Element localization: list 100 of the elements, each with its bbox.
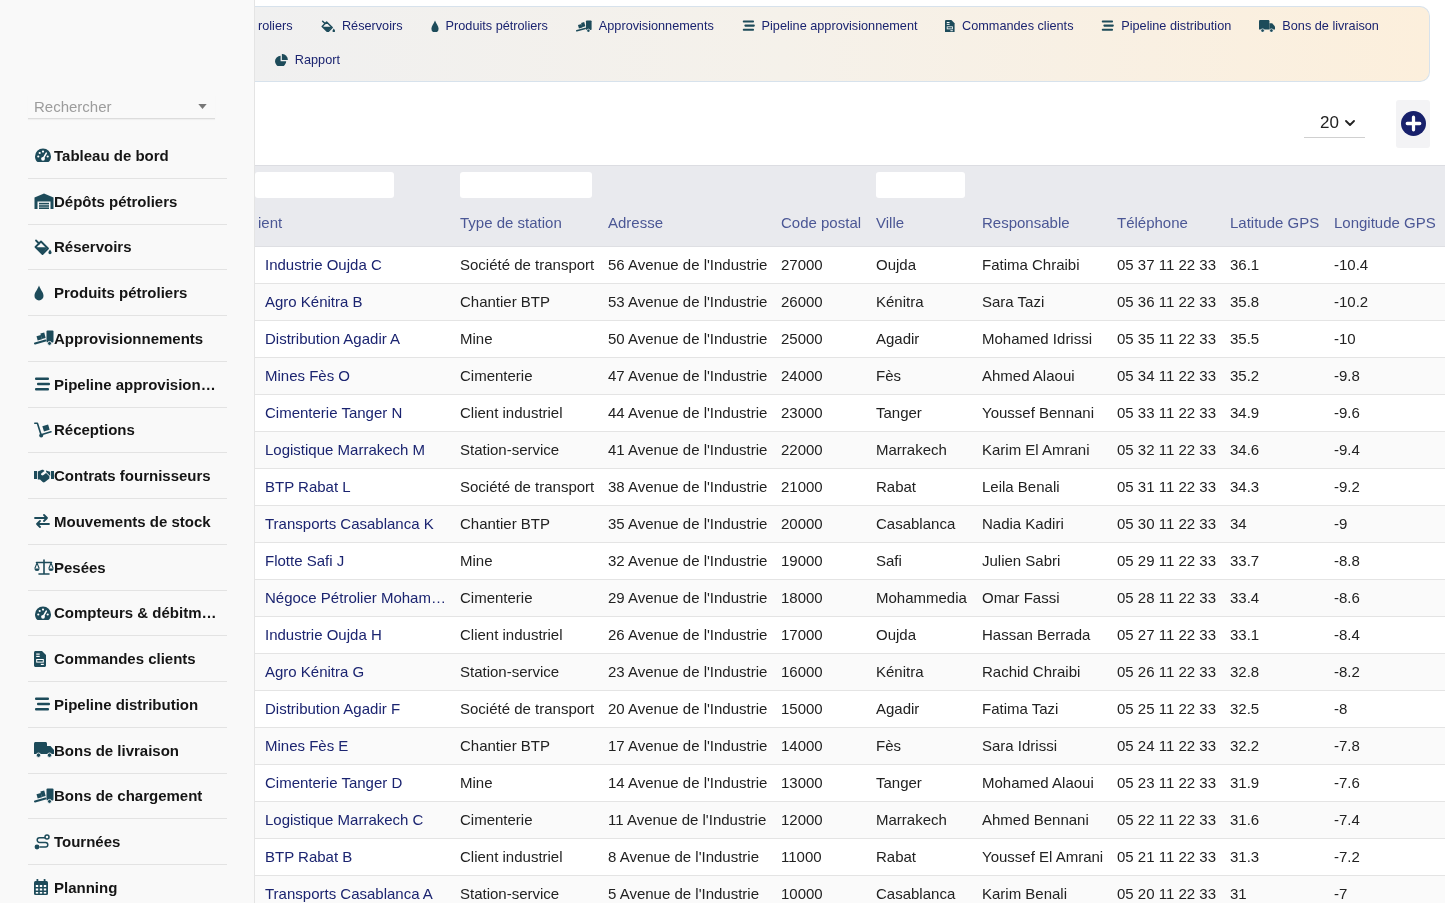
client-link[interactable]: Industrie Oujda H	[265, 626, 382, 643]
sidebar-item[interactable]: Tournées	[28, 819, 227, 865]
nav-link[interactable]: Approvisionnements	[575, 19, 714, 33]
bucket-icon	[320, 19, 335, 33]
nav-link[interactable]: Pipeline approvisionnement	[741, 19, 918, 33]
nav-link[interactable]: Rapport	[275, 53, 340, 67]
table-cell: 29 Avenue de l'Industrie	[608, 579, 781, 616]
nav-link[interactable]: Produits pétroliers	[430, 19, 548, 33]
sidebar-item[interactable]: Approvisionnements	[28, 316, 227, 362]
table-cell: 35.8	[1230, 283, 1334, 320]
client-link[interactable]: Distribution Agadir F	[265, 700, 401, 717]
sidebar-item[interactable]: Bons de livraison	[28, 727, 227, 774]
table-cell: Rachid Chraibi	[982, 653, 1117, 690]
column-header: Latitude GPS	[1230, 206, 1334, 246]
client-link[interactable]: Logistique Marrakech C	[265, 811, 424, 828]
nav-link[interactable]: roliers	[258, 19, 293, 33]
table-cell: 15000	[781, 690, 876, 727]
calendar-icon	[34, 879, 48, 896]
table-cell: 05 22 11 22 33	[1117, 801, 1230, 838]
sidebar-item[interactable]: Planning	[28, 865, 227, 903]
table-cell: 05 37 11 22 33	[1117, 246, 1230, 283]
client-link[interactable]: Distribution Agadir A	[265, 330, 401, 347]
table-cell: Société de transport	[460, 468, 608, 505]
table-cell: Mohammedia	[876, 579, 982, 616]
filter-field[interactable]	[255, 172, 394, 198]
client-link[interactable]: Cimenterie Tanger D	[265, 774, 403, 791]
table-cell: 5 Avenue de l'Industrie	[608, 875, 781, 903]
table-cell: 32.2	[1230, 727, 1334, 764]
client-link[interactable]: Logistique Marrakech M	[265, 441, 426, 458]
client-link[interactable]: Transports Casablanca A	[265, 885, 433, 902]
droplet-icon	[34, 284, 44, 301]
sidebar-item[interactable]: Contrats fournisseurs	[28, 453, 227, 499]
sidebar-item[interactable]: Pesées	[28, 544, 227, 591]
nav-link[interactable]: Commandes clients	[945, 19, 1074, 33]
table-cell: Rabat	[876, 468, 982, 505]
client-link[interactable]: Industrie Oujda C	[265, 256, 382, 273]
sidebar-item[interactable]: Compteurs & débitm…	[28, 590, 227, 637]
client-link[interactable]: Négoce Pétrolier Moham…	[265, 589, 446, 606]
table-cell: 21000	[781, 468, 876, 505]
table-cell: -10	[1334, 320, 1445, 357]
table-cell: 20000	[781, 505, 876, 542]
table-cell: -8.4	[1334, 616, 1445, 653]
client-link[interactable]: Flotte Safi J	[265, 552, 345, 569]
bars-icon	[34, 377, 50, 392]
sidebar-item[interactable]: Dépôts pétroliers	[28, 178, 227, 225]
sidebar-item[interactable]: Tableau de bord	[28, 133, 227, 179]
table-cell: 05 32 11 22 33	[1117, 431, 1230, 468]
route-icon	[34, 833, 50, 850]
client-link[interactable]: Agro Kénitra B	[265, 293, 363, 310]
table-cell: 25000	[781, 320, 876, 357]
table-cell: 36.1	[1230, 246, 1334, 283]
sidebar-item[interactable]: Réceptions	[28, 407, 227, 454]
table-cell: 11 Avenue de l'Industrie	[608, 801, 781, 838]
table-cell: 18000	[781, 579, 876, 616]
table-cell: 11000	[781, 838, 876, 875]
table-cell: 23000	[781, 394, 876, 431]
table-cell: -10.2	[1334, 283, 1445, 320]
client-link[interactable]: Agro Kénitra G	[265, 663, 365, 680]
table-cell: Kénitra	[876, 653, 982, 690]
sidebar-item[interactable]: Pipeline distribution	[28, 682, 227, 728]
table-cell: -8.8	[1334, 542, 1445, 579]
sidebar-item[interactable]: Réservoirs	[28, 224, 227, 271]
table-cell: Ahmed Bennani	[982, 801, 1117, 838]
table-cell: Station-service	[460, 653, 608, 690]
table-cell: -9.6	[1334, 394, 1445, 431]
client-link[interactable]: Cimenterie Tanger N	[265, 404, 403, 421]
table-cell: 05 33 11 22 33	[1117, 394, 1230, 431]
table-cell: Kénitra	[876, 283, 982, 320]
client-link[interactable]: Transports Casablanca K	[265, 515, 434, 532]
nav-link[interactable]: Pipeline distribution	[1101, 19, 1232, 33]
add-button[interactable]	[1396, 99, 1430, 148]
column-header: Téléphone	[1117, 206, 1230, 246]
column-header: Responsable	[982, 206, 1117, 246]
table-cell: 35 Avenue de l'Industrie	[608, 505, 781, 542]
sidebar-item[interactable]: Produits pétroliers	[28, 270, 227, 316]
sidebar-item[interactable]: Bons de chargement	[28, 773, 227, 820]
column-header: Adresse	[608, 206, 781, 246]
sidebar-item[interactable]: Commandes clients	[28, 636, 227, 682]
client-link[interactable]: BTP Rabat L	[265, 478, 351, 495]
truck-icon	[34, 742, 54, 759]
nav-link[interactable]: Réservoirs	[320, 19, 403, 33]
table-cell: 23 Avenue de l'Industrie	[608, 653, 781, 690]
page-size-select[interactable]: 20	[1304, 109, 1365, 138]
table-cell: Tanger	[876, 394, 982, 431]
dolly-boxes-icon	[34, 330, 54, 347]
table-cell: 47 Avenue de l'Industrie	[608, 357, 781, 394]
table-cell: -7.2	[1334, 838, 1445, 875]
client-link[interactable]: BTP Rabat B	[265, 848, 353, 865]
table-cell: 31.9	[1230, 764, 1334, 801]
table-cell: 31	[1230, 875, 1334, 903]
nav-link[interactable]: Bons de livraison	[1259, 19, 1379, 33]
table-cell: Agadir	[876, 320, 982, 357]
client-link[interactable]: Mines Fès E	[265, 737, 349, 754]
table-cell: 34.9	[1230, 394, 1334, 431]
search-field[interactable]: Rechercher	[28, 95, 215, 119]
sidebar-item[interactable]: Pipeline approvision…	[28, 361, 227, 408]
client-link[interactable]: Mines Fès O	[265, 367, 351, 384]
sidebar-item[interactable]: Mouvements de stock	[28, 499, 227, 545]
table-cell: Station-service	[460, 431, 608, 468]
warehouse-icon	[34, 193, 54, 210]
